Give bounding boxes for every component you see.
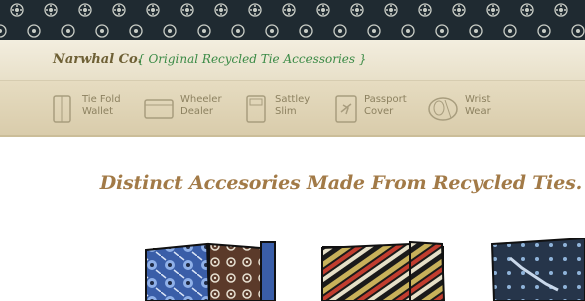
nav-label: Tie Fold Wallet bbox=[82, 94, 121, 117]
wristband-icon bbox=[428, 97, 458, 121]
product-image-striped-paisley-wallet[interactable] bbox=[318, 238, 448, 301]
nav-label: Wheeler Dealer bbox=[180, 94, 222, 117]
nav-label: Wrist Wear bbox=[465, 94, 491, 117]
nav-item-tie-fold-wallet[interactable]: Tie Fold Wallet bbox=[52, 94, 121, 124]
card-holder-icon bbox=[144, 99, 174, 119]
tagline: { Original Recycled Tie Accessories } bbox=[137, 52, 367, 66]
brand-logo-link[interactable]: Narwhal Co. bbox=[53, 52, 142, 67]
nav-item-wrist-wear[interactable]: Wrist Wear bbox=[427, 94, 491, 124]
page-headline: Distinct Accesories Made From Recycled T… bbox=[99, 172, 582, 194]
nav-label: Passport Cover bbox=[364, 94, 407, 117]
product-nav: Tie Fold Wallet Wheeler Dealer Sattley S… bbox=[0, 81, 585, 137]
brand-bar: Narwhal Co. { Original Recycled Tie Acce… bbox=[0, 40, 585, 81]
nav-item-wheeler-dealer[interactable]: Wheeler Dealer bbox=[144, 94, 222, 124]
tie-pattern-banner bbox=[0, 0, 585, 40]
slim-wallet-icon bbox=[246, 95, 266, 123]
product-image-navy-pattern-wallet[interactable] bbox=[488, 238, 585, 301]
nav-item-passport-cover[interactable]: Passport Cover bbox=[334, 94, 407, 124]
wallet-icon bbox=[53, 95, 71, 123]
nav-label: Sattley Slim bbox=[275, 94, 311, 117]
product-image-blue-paisley-wallet[interactable] bbox=[143, 238, 278, 301]
passport-icon bbox=[335, 95, 357, 123]
nav-item-sattley-slim[interactable]: Sattley Slim bbox=[245, 94, 310, 124]
